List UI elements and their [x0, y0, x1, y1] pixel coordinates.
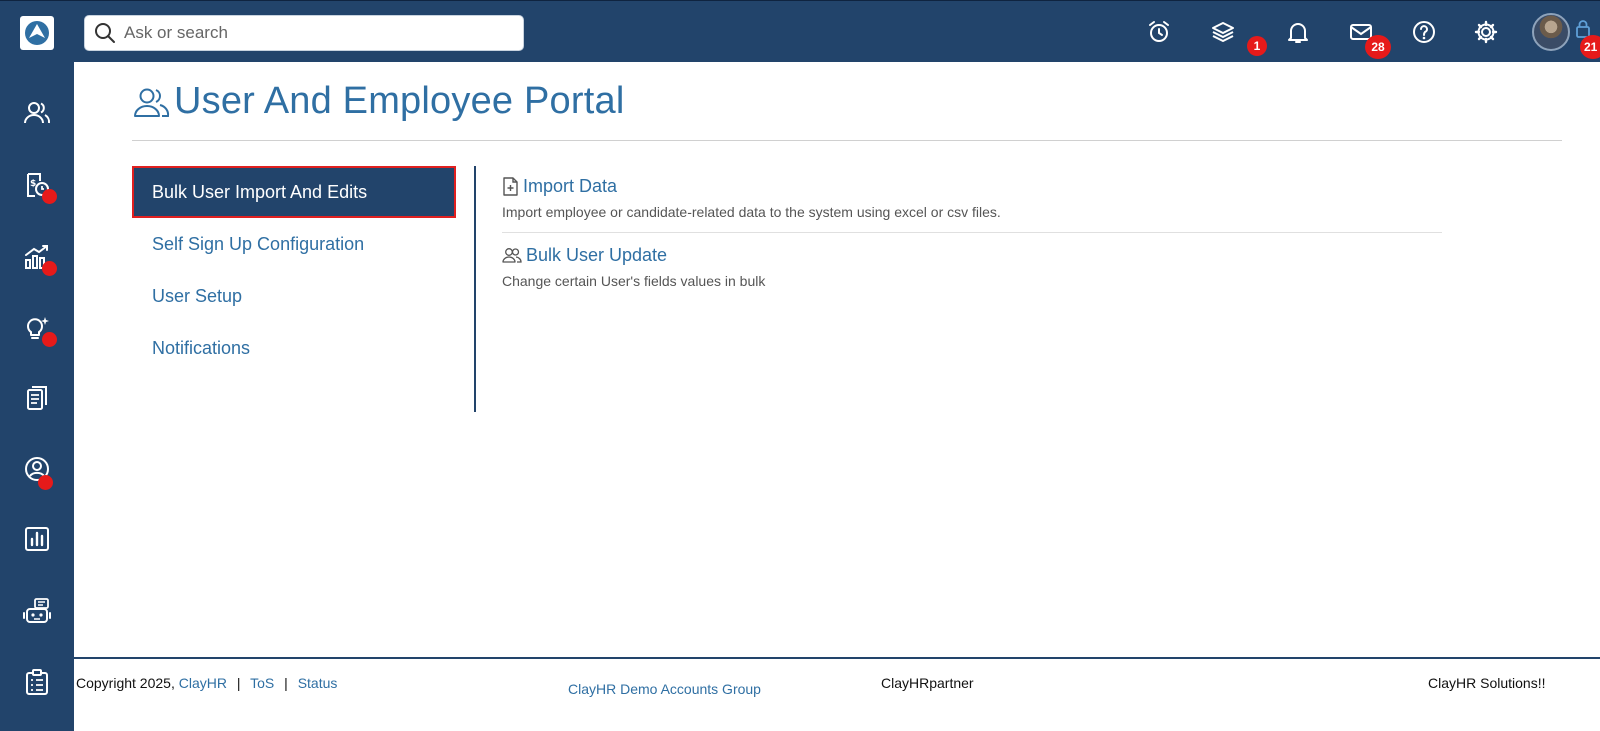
file-plus-icon: [503, 177, 518, 196]
app-logo[interactable]: [20, 16, 54, 50]
layers-icon: [1212, 22, 1234, 42]
layers-badge: 1: [1247, 36, 1267, 56]
menu-divider: [474, 166, 476, 412]
robot-icon: [23, 598, 51, 623]
sidebar-item-people[interactable]: [21, 97, 53, 129]
help-icon: [1413, 21, 1435, 43]
clipboard-icon: [26, 669, 48, 695]
menu-item-self-sign-up[interactable]: Self Sign Up Configuration: [132, 218, 456, 270]
sidebar-ideas-dot: [42, 332, 57, 347]
users-icon: [134, 88, 170, 117]
sidebar-item-bot[interactable]: [21, 595, 53, 627]
menu-item-bulk-user-import[interactable]: Bulk User Import And Edits: [132, 166, 456, 218]
bulk-user-update-description: Change certain User's fields values in b…: [502, 273, 766, 289]
sidebar-profile-dot: [38, 475, 53, 490]
documents-icon: [27, 386, 47, 410]
top-bar: 1 28: [0, 0, 1600, 62]
lock-badge: 21: [1580, 35, 1600, 59]
footer-partner: ClayHRpartner: [881, 675, 974, 691]
menu-item-notifications[interactable]: Notifications: [132, 322, 456, 374]
search-input[interactable]: [124, 23, 504, 43]
option-bulk-user-update: Bulk User Update Change certain User's f…: [502, 232, 1442, 301]
app-root: 1 28: [0, 0, 1600, 731]
footer-solutions: ClayHR Solutions!!: [1428, 675, 1546, 691]
settings-button[interactable]: [1471, 17, 1501, 47]
import-data-title: Import Data: [523, 176, 618, 196]
footer-tos-link[interactable]: ToS: [250, 675, 274, 691]
mail-badge: 28: [1365, 35, 1391, 59]
options-panel: Import Data Import employee or candidate…: [502, 168, 1442, 301]
bar-chart-icon: [25, 527, 49, 551]
footer-group-link[interactable]: ClayHR Demo Accounts Group: [568, 681, 761, 697]
option-import-data: Import Data Import employee or candidate…: [502, 168, 1442, 232]
bell-icon: [1288, 23, 1308, 43]
layers-button[interactable]: [1208, 17, 1238, 47]
page-title: User And Employee Portal: [132, 80, 624, 123]
title-divider: [132, 140, 1562, 141]
main-content: User And Employee Portal Bulk User Impor…: [74, 62, 1600, 657]
copyright-text: Copyright 2025,: [76, 675, 175, 691]
portal-menu: Bulk User Import And Edits Self Sign Up …: [132, 166, 456, 374]
sidebar-item-checklist[interactable]: [21, 666, 53, 698]
sidebar-payroll-dot: [42, 189, 57, 204]
logo-icon: [25, 21, 49, 45]
alarm-clock-icon: [1149, 21, 1169, 42]
alarm-clock-button[interactable]: [1144, 17, 1174, 47]
menu-item-user-setup[interactable]: User Setup: [132, 270, 456, 322]
notifications-button[interactable]: [1283, 17, 1313, 47]
users-icon: [502, 248, 522, 263]
sidebar-item-reports[interactable]: [21, 523, 53, 555]
help-button[interactable]: [1409, 17, 1439, 47]
footer-copyright: Copyright 2025, ClayHR | ToS | Status: [76, 675, 337, 691]
sidebar: $: [0, 62, 74, 731]
user-avatar[interactable]: [1532, 13, 1570, 51]
gear-icon: [1474, 20, 1498, 44]
footer-separator: |: [284, 675, 288, 691]
search-icon: [95, 23, 115, 43]
footer-status-link[interactable]: Status: [298, 675, 338, 691]
import-data-link[interactable]: Import Data: [502, 176, 1442, 197]
bulk-user-update-title: Bulk User Update: [526, 245, 668, 265]
page-title-text: User And Employee Portal: [174, 80, 625, 122]
footer-separator: |: [236, 675, 241, 691]
users-icon: [24, 102, 51, 124]
import-data-description: Import employee or candidate-related dat…: [502, 204, 1001, 220]
footer: Copyright 2025, ClayHR | ToS | Status Cl…: [74, 657, 1600, 731]
sidebar-item-documents[interactable]: [21, 382, 53, 414]
sidebar-performance-dot: [42, 261, 57, 276]
footer-brand-link[interactable]: ClayHR: [179, 675, 227, 691]
search-box[interactable]: [84, 15, 524, 51]
bulk-user-update-link[interactable]: Bulk User Update: [502, 245, 1442, 266]
